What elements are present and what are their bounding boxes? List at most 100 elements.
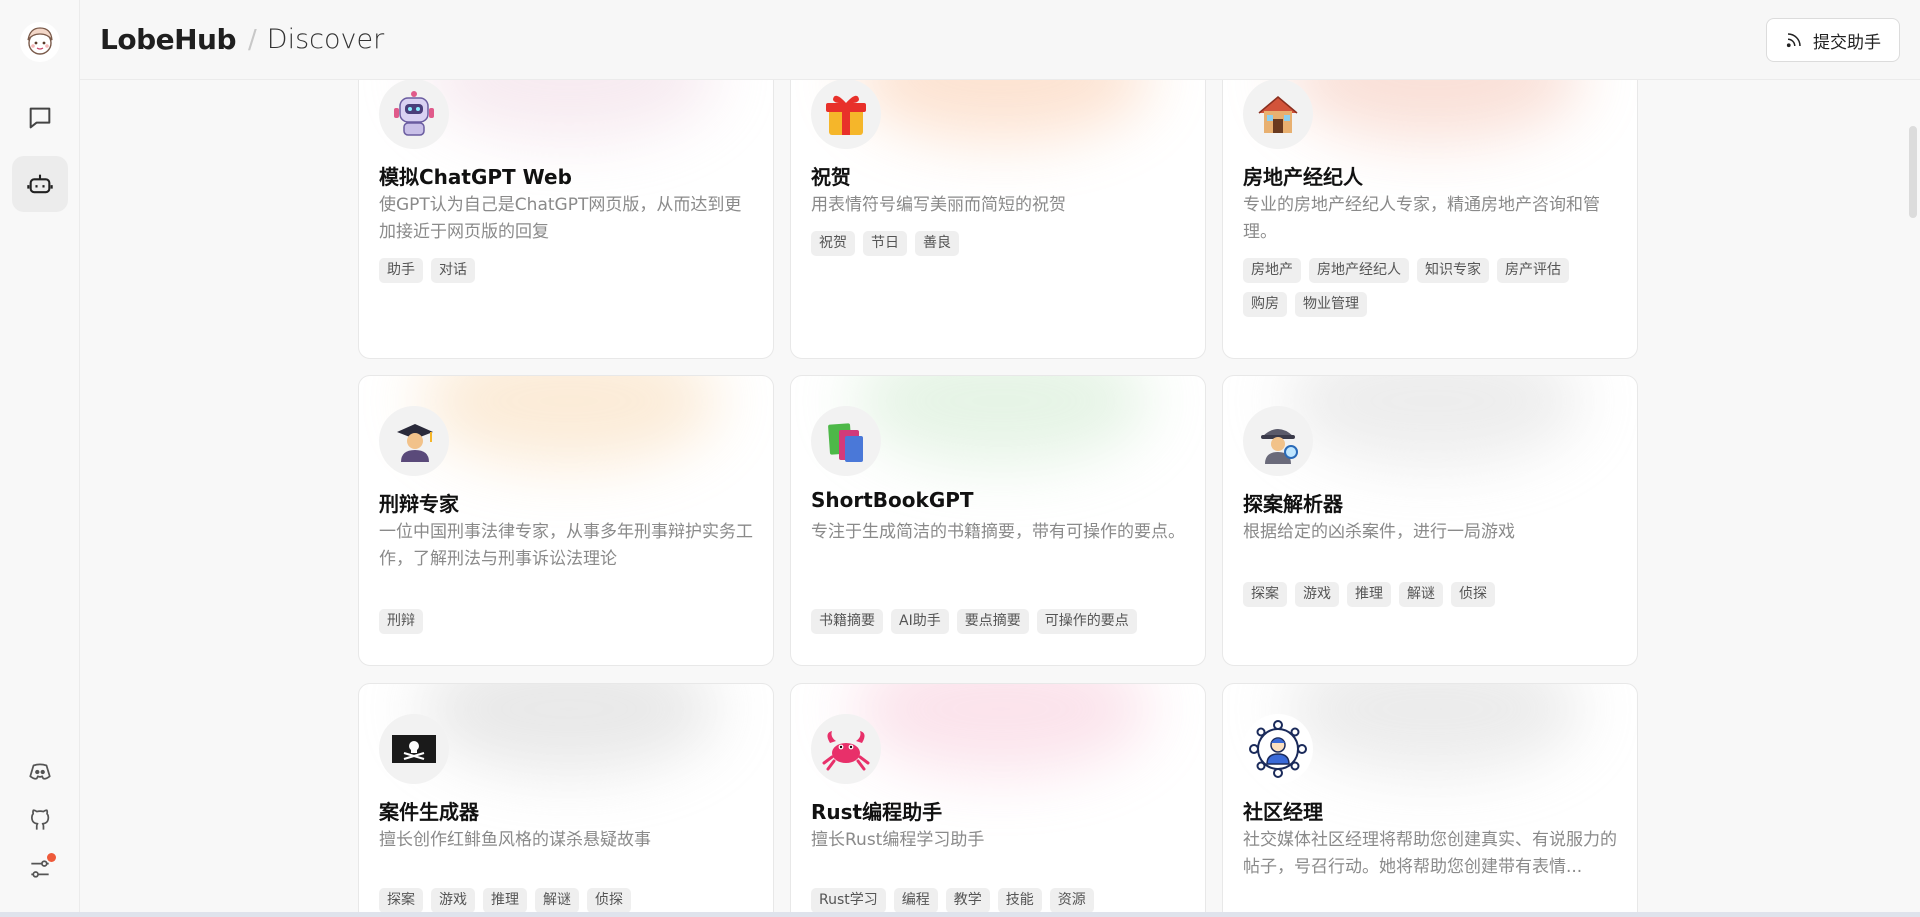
tag[interactable]: 善良 bbox=[915, 231, 959, 256]
avatar[interactable] bbox=[20, 22, 60, 62]
breadcrumb-discover[interactable]: Discover bbox=[267, 24, 384, 55]
rss-icon bbox=[1786, 33, 1801, 48]
scrollbar-thumb[interactable] bbox=[1909, 126, 1917, 218]
card-glow bbox=[419, 80, 719, 141]
card-glow bbox=[1283, 684, 1583, 774]
card-tags: 刑辩 bbox=[379, 609, 753, 634]
tag[interactable]: 推理 bbox=[483, 888, 527, 912]
avatar-icon bbox=[27, 27, 53, 55]
chat-nav-button[interactable] bbox=[12, 90, 68, 146]
card-tags: 助手 对话 bbox=[379, 258, 753, 283]
discord-icon bbox=[29, 763, 51, 780]
card-title: 案件生成器 bbox=[379, 800, 479, 824]
brand-logo[interactable]: LobeHub bbox=[100, 23, 237, 56]
gift-emoji-icon bbox=[811, 80, 881, 149]
tag[interactable]: 房地产 bbox=[1243, 258, 1301, 283]
tag[interactable]: 对话 bbox=[431, 258, 475, 283]
card-description: 擅长Rust编程学习助手 bbox=[811, 830, 985, 850]
card-glow bbox=[419, 684, 719, 774]
card-glow bbox=[851, 684, 1151, 774]
card-tags: 祝贺 节日 善良 bbox=[811, 231, 1185, 256]
card-glow bbox=[851, 80, 1151, 141]
graduate-emoji-icon bbox=[379, 406, 449, 476]
card-tags: 探案 游戏 推理 解谜 侦探 bbox=[1243, 582, 1617, 607]
assistant-card[interactable]: Rust编程助手 擅长Rust编程学习助手 Rust学习 编程 教学 技能 资源 bbox=[790, 683, 1206, 912]
submit-assistant-label: 提交助手 bbox=[1813, 32, 1881, 53]
card-tags: 书籍摘要 AI助手 要点摘要 可操作的要点 bbox=[811, 609, 1185, 634]
side-rail bbox=[0, 0, 80, 917]
card-tags: 房地产 房地产经纪人 知识专家 房产评估 购房 物业管理 bbox=[1243, 258, 1617, 317]
tag[interactable]: 资源 bbox=[1049, 888, 1094, 912]
tag[interactable]: 物业管理 bbox=[1295, 292, 1367, 317]
assistant-market-nav-button[interactable] bbox=[12, 156, 68, 212]
assistant-card[interactable]: 社区经理 社交媒体社区经理将帮助您创建真实、有说服力的帖子，号召行动。她将帮助您… bbox=[1222, 683, 1638, 912]
assistant-card[interactable]: 探案解析器 根据给定的凶杀案件，进行一局游戏 探案 游戏 推理 解谜 侦探 bbox=[1222, 375, 1638, 666]
tag[interactable]: Rust学习 bbox=[811, 888, 886, 912]
tag[interactable]: 助手 bbox=[379, 258, 423, 283]
card-title: ShortBookGPT bbox=[811, 488, 974, 512]
discord-link[interactable] bbox=[22, 754, 58, 790]
books-emoji-icon bbox=[811, 406, 881, 476]
tag[interactable]: 刑辩 bbox=[379, 609, 423, 634]
card-tags: Rust学习 编程 教学 技能 资源 bbox=[811, 888, 1185, 912]
assistant-card[interactable]: 祝贺 用表情符号编写美丽而简短的祝贺 祝贺 节日 善良 bbox=[790, 80, 1206, 359]
window-bottom-edge bbox=[0, 912, 1920, 917]
card-description: 用表情符号编写美丽而简短的祝贺 bbox=[811, 195, 1066, 215]
tag[interactable]: 游戏 bbox=[1295, 582, 1339, 607]
card-tags: 探案 游戏 推理 解谜 侦探 bbox=[379, 888, 753, 912]
card-description: 一位中国刑事法律专家，从事多年刑事辩护实务工作，了解刑法与刑事诉讼法理论 bbox=[379, 522, 753, 569]
card-title: Rust编程助手 bbox=[811, 800, 943, 824]
top-header: LobeHub / Discover 提交助手 bbox=[80, 0, 1920, 80]
tag[interactable]: 推理 bbox=[1347, 582, 1391, 607]
assistant-card[interactable]: 案件生成器 擅长创作红鲱鱼风格的谋杀悬疑故事 探案 游戏 推理 解谜 侦探 bbox=[358, 683, 774, 912]
tag[interactable]: 要点摘要 bbox=[956, 609, 1029, 634]
assistant-card[interactable]: 刑辩专家 一位中国刑事法律专家，从事多年刑事辩护实务工作，了解刑法与刑事诉讼法理… bbox=[358, 375, 774, 666]
tag[interactable]: 可操作的要点 bbox=[1036, 609, 1137, 634]
github-link[interactable] bbox=[22, 803, 58, 839]
card-title: 刑辩专家 bbox=[379, 492, 459, 516]
breadcrumb-separator: / bbox=[248, 24, 257, 55]
assistant-card[interactable]: 房地产经纪人 专业的房地产经纪人专家，精通房地产咨询和管理。 房地产 房地产经纪… bbox=[1222, 80, 1638, 359]
tag[interactable]: 探案 bbox=[1243, 582, 1287, 607]
pirate-flag-emoji-icon bbox=[379, 714, 449, 784]
robot-emoji-icon bbox=[379, 80, 449, 149]
tag[interactable]: 编程 bbox=[893, 888, 938, 912]
tag[interactable]: 书籍摘要 bbox=[811, 609, 883, 634]
assistant-card[interactable]: ShortBookGPT 专注于生成简洁的书籍摘要，带有可操作的要点。 书籍摘要… bbox=[790, 375, 1206, 666]
tag[interactable]: 技能 bbox=[997, 888, 1042, 912]
tag[interactable]: 解谜 bbox=[1399, 582, 1443, 607]
card-glow bbox=[419, 376, 719, 466]
tag[interactable]: 房产评估 bbox=[1497, 258, 1569, 283]
card-description: 专注于生成简洁的书籍摘要，带有可操作的要点。 bbox=[811, 522, 1185, 542]
tag[interactable]: 祝贺 bbox=[811, 231, 855, 256]
card-glow bbox=[1283, 376, 1583, 466]
assistant-grid: 模拟ChatGPT Web 使GPT认为自己是ChatGPT网页版，从而达到更加… bbox=[80, 80, 1920, 912]
card-description: 使GPT认为自己是ChatGPT网页版，从而达到更加接近于网页版的回复 bbox=[379, 195, 742, 242]
card-title: 祝贺 bbox=[811, 165, 851, 189]
card-description: 根据给定的凶杀案件，进行一局游戏 bbox=[1243, 522, 1515, 542]
tag[interactable]: 游戏 bbox=[431, 888, 475, 912]
card-description: 专业的房地产经纪人专家，精通房地产咨询和管理。 bbox=[1243, 195, 1600, 242]
assistant-card[interactable]: 模拟ChatGPT Web 使GPT认为自己是ChatGPT网页版，从而达到更加… bbox=[358, 80, 774, 359]
tag[interactable]: 教学 bbox=[945, 888, 990, 912]
submit-assistant-button[interactable]: 提交助手 bbox=[1766, 18, 1900, 62]
house-emoji-icon bbox=[1243, 80, 1313, 149]
card-title: 房地产经纪人 bbox=[1243, 165, 1363, 189]
page-scrollbar[interactable] bbox=[1906, 80, 1920, 912]
tag[interactable]: 侦探 bbox=[587, 888, 631, 912]
card-glow bbox=[1283, 80, 1583, 141]
tag[interactable]: 侦探 bbox=[1451, 582, 1495, 607]
card-title: 社区经理 bbox=[1243, 800, 1323, 824]
tag[interactable]: 解谜 bbox=[535, 888, 579, 912]
chat-icon bbox=[29, 107, 51, 129]
tag[interactable]: 房地产经纪人 bbox=[1309, 258, 1409, 283]
tag[interactable]: 探案 bbox=[379, 888, 423, 912]
github-icon bbox=[31, 809, 50, 830]
tag[interactable]: 购房 bbox=[1243, 292, 1287, 317]
settings-button[interactable] bbox=[22, 851, 58, 887]
tag[interactable]: AI助手 bbox=[891, 609, 949, 634]
card-glow bbox=[851, 376, 1151, 466]
tag[interactable]: 节日 bbox=[863, 231, 907, 256]
tag[interactable]: 知识专家 bbox=[1417, 258, 1489, 283]
notification-dot bbox=[47, 853, 56, 862]
